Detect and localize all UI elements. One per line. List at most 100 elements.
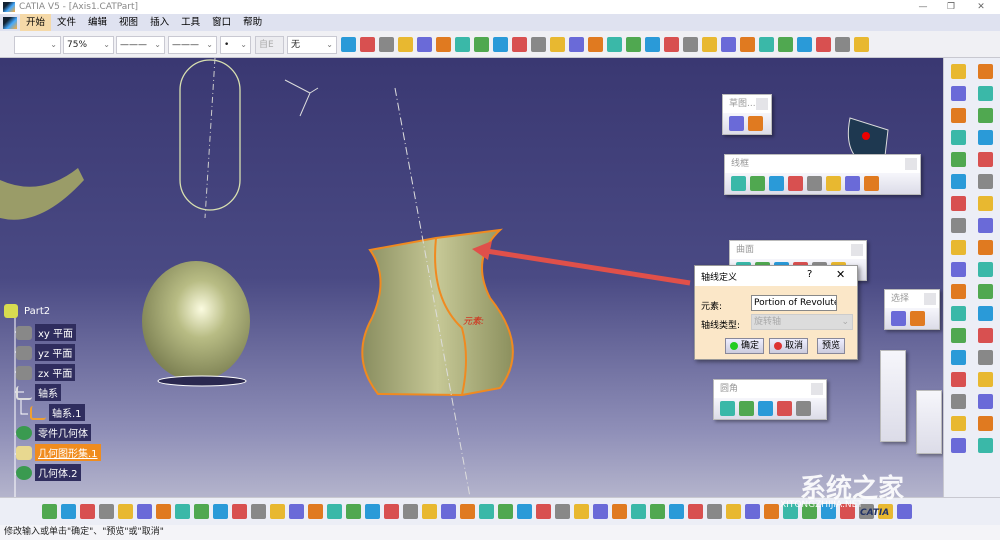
tool-icon[interactable] xyxy=(213,504,228,519)
tool-icon[interactable] xyxy=(951,240,966,255)
tool-icon[interactable] xyxy=(951,438,966,453)
tree-item-geometrical-set-1[interactable]: 几何图形集.1 xyxy=(16,444,101,461)
tool-icon[interactable] xyxy=(826,176,841,191)
tool-icon[interactable] xyxy=(702,37,717,52)
tool-icon[interactable] xyxy=(764,504,779,519)
ok-button[interactable]: 确定 xyxy=(725,338,765,354)
tool-icon[interactable] xyxy=(978,86,993,101)
tool-icon[interactable] xyxy=(951,174,966,189)
tool-icon[interactable] xyxy=(951,130,966,145)
menu-view[interactable]: 视图 xyxy=(113,14,144,31)
tool-icon[interactable] xyxy=(951,262,966,277)
tool-icon[interactable] xyxy=(42,504,57,519)
tool-icon[interactable] xyxy=(731,176,746,191)
tool-icon[interactable] xyxy=(807,176,822,191)
tool-icon[interactable] xyxy=(669,504,684,519)
point-select[interactable]: • ⌄ xyxy=(220,36,251,54)
tool-icon[interactable] xyxy=(897,504,912,519)
color-select[interactable]: ⌄ xyxy=(14,36,61,54)
tool-icon[interactable] xyxy=(777,401,792,416)
tree-item-yz-plane[interactable]: yz 平面 xyxy=(16,344,76,361)
close-icon[interactable] xyxy=(756,98,768,110)
tool-icon[interactable] xyxy=(455,37,470,52)
tool-icon[interactable] xyxy=(748,116,763,131)
tool-icon[interactable] xyxy=(536,504,551,519)
tool-icon[interactable] xyxy=(645,37,660,52)
menu-window[interactable]: 窗口 xyxy=(206,14,237,31)
tool-icon[interactable] xyxy=(707,504,722,519)
tree-item-part-body[interactable]: 零件几何体 xyxy=(16,424,91,441)
tool-icon[interactable] xyxy=(574,504,589,519)
tree-root[interactable]: Part2 xyxy=(4,304,53,318)
tool-icon[interactable] xyxy=(729,116,744,131)
tool-icon[interactable] xyxy=(493,37,508,52)
tool-icon[interactable] xyxy=(978,218,993,233)
tool-icon[interactable] xyxy=(251,504,266,519)
tool-icon[interactable] xyxy=(797,37,812,52)
tool-icon[interactable] xyxy=(978,416,993,431)
tool-icon[interactable] xyxy=(951,196,966,211)
tool-icon[interactable] xyxy=(720,401,735,416)
tool-icon[interactable] xyxy=(232,504,247,519)
tool-icon[interactable] xyxy=(769,176,784,191)
tool-icon[interactable] xyxy=(664,37,679,52)
tool-icon[interactable] xyxy=(441,504,456,519)
tool-icon[interactable] xyxy=(978,196,993,211)
tool-icon[interactable] xyxy=(750,176,765,191)
tool-icon[interactable] xyxy=(341,37,356,52)
tool-icon[interactable] xyxy=(978,350,993,365)
tool-icon[interactable] xyxy=(631,504,646,519)
tool-icon[interactable] xyxy=(951,306,966,321)
help-button[interactable]: ? xyxy=(807,269,812,280)
tool-icon[interactable] xyxy=(978,64,993,79)
tool-icon[interactable] xyxy=(99,504,114,519)
tool-icon[interactable] xyxy=(978,372,993,387)
tool-icon[interactable] xyxy=(978,328,993,343)
style-select[interactable]: 无 ⌄ xyxy=(287,36,337,54)
tree-item-axis-systems[interactable]: 轴系 xyxy=(16,384,61,401)
tool-icon[interactable] xyxy=(816,37,831,52)
menu-start[interactable]: 开始 xyxy=(20,14,52,31)
menu-insert[interactable]: 插入 xyxy=(144,14,175,31)
tool-icon[interactable] xyxy=(978,174,993,189)
tool-icon[interactable] xyxy=(550,37,565,52)
tool-icon[interactable] xyxy=(360,37,375,52)
tool-icon[interactable] xyxy=(512,37,527,52)
tool-icon[interactable] xyxy=(517,504,532,519)
tool-icon[interactable] xyxy=(778,37,793,52)
tree-item-xy-plane[interactable]: xy 平面 xyxy=(16,324,77,341)
tool-icon[interactable] xyxy=(978,130,993,145)
tool-icon[interactable] xyxy=(726,504,741,519)
tool-icon[interactable] xyxy=(845,176,860,191)
tool-icon[interactable] xyxy=(194,504,209,519)
tool-icon[interactable] xyxy=(650,504,665,519)
tool-icon[interactable] xyxy=(593,504,608,519)
tool-icon[interactable] xyxy=(308,504,323,519)
tool-icon[interactable] xyxy=(569,37,584,52)
tool-icon[interactable] xyxy=(460,504,475,519)
tool-icon[interactable] xyxy=(403,504,418,519)
tool-icon[interactable] xyxy=(398,37,413,52)
tool-icon[interactable] xyxy=(951,86,966,101)
tool-icon[interactable] xyxy=(758,401,773,416)
dialog-close-button[interactable]: ✕ xyxy=(836,268,845,281)
close-icon[interactable] xyxy=(905,158,917,170)
tool-icon[interactable] xyxy=(61,504,76,519)
tool-icon[interactable] xyxy=(80,504,95,519)
close-icon[interactable] xyxy=(851,244,863,256)
tree-item-axis-system-1[interactable]: 轴系.1 xyxy=(30,404,85,421)
tool-icon[interactable] xyxy=(978,306,993,321)
menu-tools[interactable]: 工具 xyxy=(175,14,206,31)
tool-icon[interactable] xyxy=(951,152,966,167)
tool-icon[interactable] xyxy=(607,37,622,52)
tool-icon[interactable] xyxy=(951,394,966,409)
linetype-select[interactable]: ——— ⌄ xyxy=(116,36,165,54)
tool-icon[interactable] xyxy=(951,372,966,387)
tool-icon[interactable] xyxy=(365,504,380,519)
menu-edit[interactable]: 编辑 xyxy=(82,14,113,31)
tool-icon[interactable] xyxy=(474,37,489,52)
tool-icon[interactable] xyxy=(531,37,546,52)
tool-icon[interactable] xyxy=(978,262,993,277)
tool-icon[interactable] xyxy=(721,37,736,52)
tool-icon[interactable] xyxy=(951,284,966,299)
